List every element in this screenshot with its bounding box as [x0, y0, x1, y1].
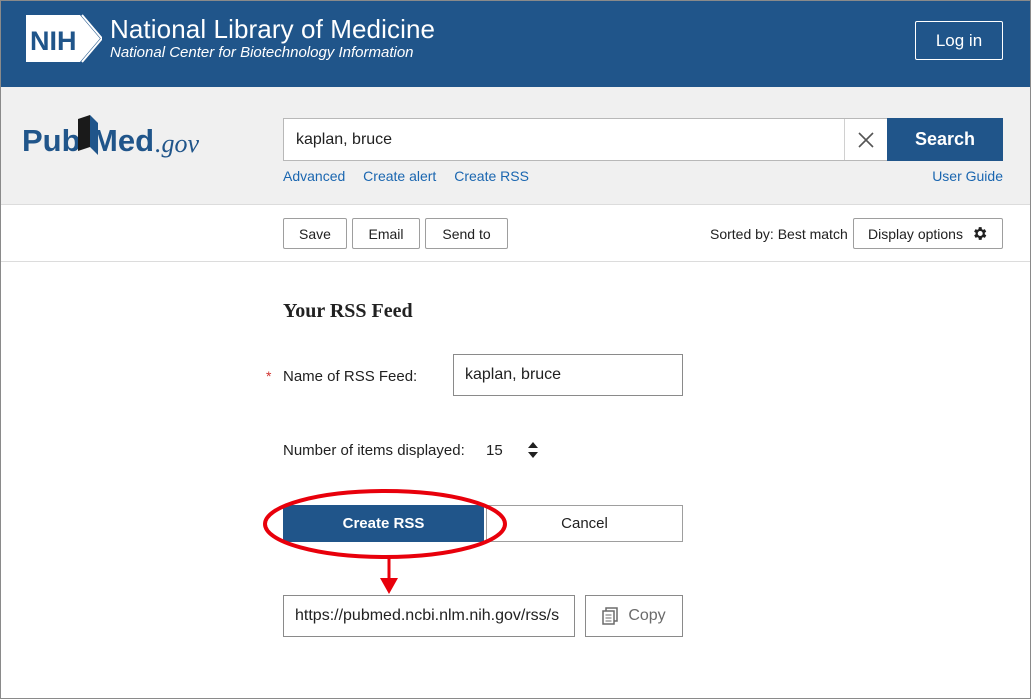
results-toolbar: Save Email Send to Sorted by: Best match…	[0, 206, 1031, 262]
search-button[interactable]: Search	[887, 118, 1003, 161]
advanced-link[interactable]: Advanced	[283, 168, 345, 184]
user-guide-link[interactable]: User Guide	[932, 168, 1003, 184]
feed-name-input[interactable]	[453, 354, 683, 396]
items-count-label: Number of items displayed:	[283, 442, 465, 459]
pubmed-logo-pub: Pub	[22, 123, 81, 158]
search-input[interactable]	[284, 119, 844, 160]
create-rss-link[interactable]: Create RSS	[454, 168, 529, 184]
pubmed-logo-gov: .gov	[155, 129, 200, 158]
copy-label: Copy	[628, 607, 666, 624]
sort-status: Sorted by: Best match	[710, 226, 848, 242]
nih-logo[interactable]: NIH	[24, 13, 102, 64]
cancel-button[interactable]: Cancel	[486, 505, 683, 542]
required-marker: *	[266, 368, 272, 384]
send-to-button[interactable]: Send to	[425, 218, 508, 249]
display-options-label: Display options	[868, 225, 963, 242]
updown-arrows-icon[interactable]	[526, 441, 540, 459]
close-icon	[858, 131, 874, 148]
search-band: Pub Med .gov Search Advanced Create aler…	[0, 87, 1031, 205]
copy-button[interactable]: Copy	[585, 595, 683, 637]
search-sub-links: Advanced Create alert Create RSS	[283, 168, 543, 184]
down-arrow-annotation-icon	[380, 558, 398, 594]
pubmed-logo[interactable]: Pub Med .gov	[22, 111, 208, 163]
clear-search-button[interactable]	[844, 119, 887, 160]
copy-icon	[602, 607, 619, 625]
display-options-button[interactable]: Display options	[853, 218, 1003, 249]
items-count-value[interactable]: 15	[486, 442, 503, 459]
ncbi-subtitle: National Center for Biotechnology Inform…	[110, 44, 414, 61]
rss-url-field[interactable]	[283, 595, 575, 637]
pubmed-logo-med: Med	[92, 123, 154, 158]
search-box	[283, 118, 887, 161]
create-rss-button[interactable]: Create RSS	[283, 505, 484, 542]
nih-header: NIH National Library of Medicine Nationa…	[0, 0, 1031, 87]
rss-feed-heading: Your RSS Feed	[283, 300, 413, 322]
feed-name-label: Name of RSS Feed:	[283, 368, 418, 385]
email-button[interactable]: Email	[352, 218, 420, 249]
save-button[interactable]: Save	[283, 218, 347, 249]
create-alert-link[interactable]: Create alert	[363, 168, 436, 184]
gear-icon	[974, 227, 987, 240]
nih-logo-text: NIH	[30, 26, 77, 56]
nlm-title[interactable]: National Library of Medicine	[110, 14, 435, 45]
login-button[interactable]: Log in	[915, 21, 1003, 60]
